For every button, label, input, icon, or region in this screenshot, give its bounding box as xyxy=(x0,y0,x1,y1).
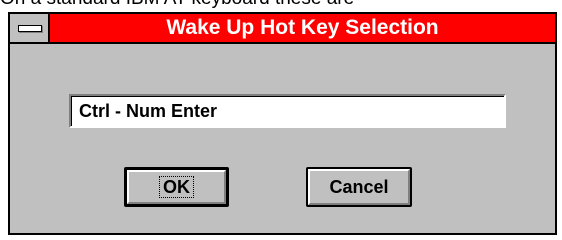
background-help-text: On a standard IBM AT keyboard these are xyxy=(0,0,562,10)
title-bar[interactable]: Wake Up Hot Key Selection xyxy=(10,14,555,44)
ok-button[interactable]: OK xyxy=(124,167,229,207)
system-menu-button[interactable] xyxy=(10,14,50,42)
hotkey-dialog: Wake Up Hot Key Selection OK Cancel xyxy=(8,12,557,235)
hotkey-input[interactable] xyxy=(69,94,506,128)
screen: On a standard IBM AT keyboard these are … xyxy=(0,0,562,240)
ok-button-label: OK xyxy=(159,175,194,198)
dialog-title: Wake Up Hot Key Selection xyxy=(166,16,439,39)
cancel-button[interactable]: Cancel xyxy=(306,167,412,207)
system-menu-icon xyxy=(18,25,42,32)
cancel-button-label: Cancel xyxy=(329,176,389,197)
